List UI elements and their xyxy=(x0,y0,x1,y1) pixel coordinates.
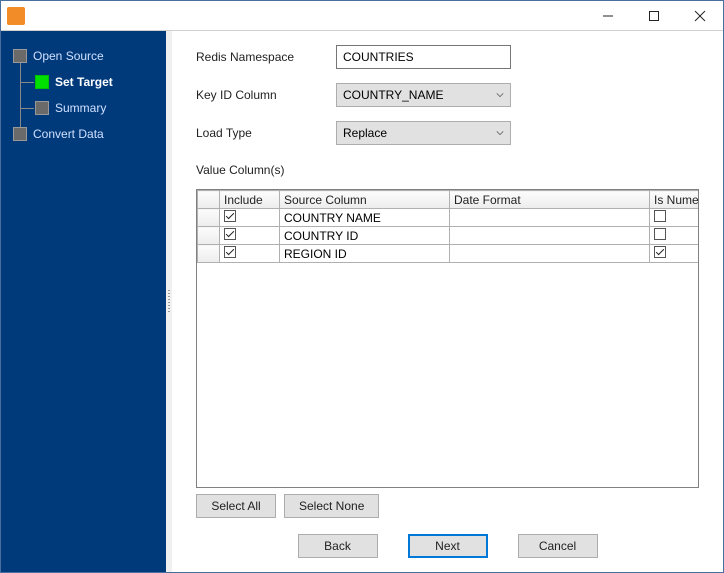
load-type-select[interactable]: Replace xyxy=(336,121,511,145)
key-id-column-value: COUNTRY_NAME xyxy=(343,88,443,102)
step-label: Summary xyxy=(55,101,106,115)
table-row[interactable]: COUNTRY ID xyxy=(198,227,700,245)
row-redis-namespace: Redis Namespace xyxy=(196,45,699,69)
is-numeric-checkbox[interactable] xyxy=(654,246,666,258)
is-numeric-cell[interactable] xyxy=(650,245,700,263)
grid-table: Include Source Column Date Format Is Num… xyxy=(197,190,699,263)
include-checkbox[interactable] xyxy=(224,210,236,222)
step-open-source[interactable]: Open Source xyxy=(9,43,158,69)
selection-buttons: Select All Select None xyxy=(196,494,699,518)
source-column-cell[interactable]: REGION ID xyxy=(280,245,450,263)
select-all-button[interactable]: Select All xyxy=(196,494,276,518)
wizard-sidebar: Open Source Set Target Summary Convert D… xyxy=(1,31,166,572)
header-is-numeric[interactable]: Is Numeric xyxy=(650,191,700,209)
source-column-cell[interactable]: COUNTRY NAME xyxy=(280,209,450,227)
close-icon xyxy=(694,10,706,22)
splitter[interactable] xyxy=(166,31,172,572)
step-label: Convert Data xyxy=(33,127,104,141)
header-include[interactable]: Include xyxy=(220,191,280,209)
maximize-icon xyxy=(648,10,660,22)
chevron-down-icon xyxy=(496,129,504,137)
titlebar xyxy=(1,1,723,31)
wizard-footer: Back Next Cancel xyxy=(196,530,699,562)
table-row[interactable]: COUNTRY NAME xyxy=(198,209,700,227)
include-cell[interactable] xyxy=(220,209,280,227)
label-load-type: Load Type xyxy=(196,126,336,140)
minimize-button[interactable] xyxy=(585,1,631,30)
include-checkbox[interactable] xyxy=(224,228,236,240)
header-source-column[interactable]: Source Column xyxy=(280,191,450,209)
date-format-cell[interactable] xyxy=(450,209,650,227)
step-convert-data[interactable]: Convert Data xyxy=(9,121,158,147)
next-button[interactable]: Next xyxy=(408,534,488,558)
load-type-value: Replace xyxy=(343,126,387,140)
step-marker-icon xyxy=(13,127,27,141)
row-header-cell[interactable] xyxy=(198,209,220,227)
chevron-down-icon xyxy=(496,91,504,99)
main-panel: Redis Namespace Key ID Column COUNTRY_NA… xyxy=(172,31,723,572)
redis-namespace-input[interactable] xyxy=(336,45,511,69)
include-checkbox[interactable] xyxy=(224,246,236,258)
date-format-cell[interactable] xyxy=(450,245,650,263)
cancel-button[interactable]: Cancel xyxy=(518,534,598,558)
source-column-cell[interactable]: COUNTRY ID xyxy=(280,227,450,245)
body: Open Source Set Target Summary Convert D… xyxy=(1,31,723,572)
table-row[interactable]: REGION ID xyxy=(198,245,700,263)
app-icon xyxy=(7,7,25,25)
maximize-button[interactable] xyxy=(631,1,677,30)
step-tree: Open Source Set Target Summary Convert D… xyxy=(9,43,158,147)
is-numeric-checkbox[interactable] xyxy=(654,228,666,240)
is-numeric-cell[interactable] xyxy=(650,209,700,227)
step-set-target[interactable]: Set Target xyxy=(9,69,158,95)
step-label: Open Source xyxy=(33,49,104,63)
wizard-window: Open Source Set Target Summary Convert D… xyxy=(0,0,724,573)
select-none-button[interactable]: Select None xyxy=(284,494,379,518)
step-marker-icon xyxy=(35,75,49,89)
step-marker-icon xyxy=(13,49,27,63)
step-marker-icon xyxy=(35,101,49,115)
minimize-icon xyxy=(602,10,614,22)
grid-header-row: Include Source Column Date Format Is Num… xyxy=(198,191,700,209)
row-header-cell[interactable] xyxy=(198,245,220,263)
step-summary[interactable]: Summary xyxy=(9,95,158,121)
label-key-id-column: Key ID Column xyxy=(196,88,336,102)
value-columns-grid: Include Source Column Date Format Is Num… xyxy=(196,189,699,488)
key-id-column-select[interactable]: COUNTRY_NAME xyxy=(336,83,511,107)
label-value-columns: Value Column(s) xyxy=(196,163,699,177)
row-load-type: Load Type Replace xyxy=(196,121,699,145)
row-header-cell[interactable] xyxy=(198,227,220,245)
include-cell[interactable] xyxy=(220,227,280,245)
header-date-format[interactable]: Date Format xyxy=(450,191,650,209)
step-label: Set Target xyxy=(55,75,113,89)
label-redis-namespace: Redis Namespace xyxy=(196,50,336,64)
grid-corner xyxy=(198,191,220,209)
include-cell[interactable] xyxy=(220,245,280,263)
date-format-cell[interactable] xyxy=(450,227,650,245)
is-numeric-cell[interactable] xyxy=(650,227,700,245)
is-numeric-checkbox[interactable] xyxy=(654,210,666,222)
window-controls xyxy=(585,1,723,30)
close-button[interactable] xyxy=(677,1,723,30)
back-button[interactable]: Back xyxy=(298,534,378,558)
row-key-id-column: Key ID Column COUNTRY_NAME xyxy=(196,83,699,107)
